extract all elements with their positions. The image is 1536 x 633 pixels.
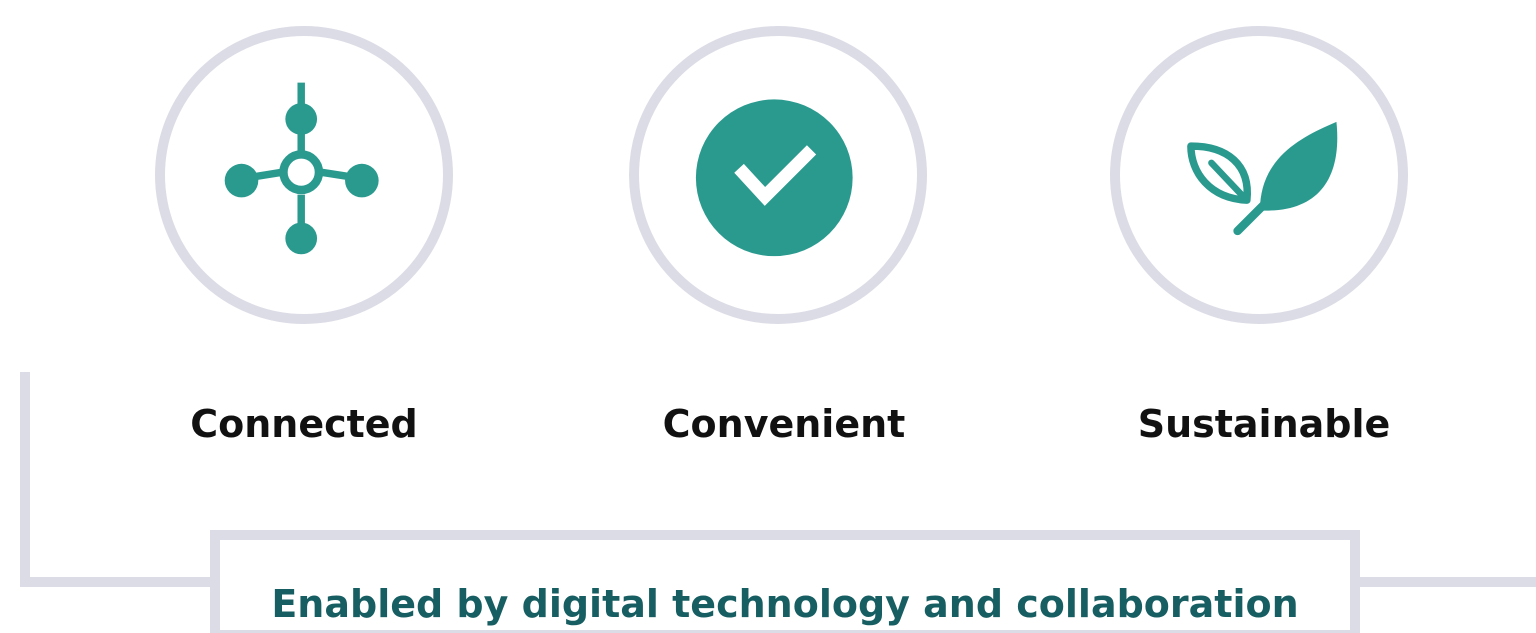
pillars-diagram: Connected Convenient Sustainable Enabled… <box>0 0 1536 633</box>
leaf-icon <box>1187 121 1338 236</box>
enabler-banner: Enabled by digital technology and collab… <box>210 530 1360 633</box>
pillar-label-sustainable: Sustainable <box>1137 402 1391 446</box>
network-hub-icon <box>224 82 379 255</box>
enabler-banner-text: Enabled by digital technology and collab… <box>271 582 1299 626</box>
sustainable-icon-circle <box>1110 26 1408 324</box>
connected-icon-circle <box>155 26 453 324</box>
checkmark-circle-icon <box>695 99 853 257</box>
pillar-label-connected: Connected <box>190 402 418 446</box>
convenient-icon-circle <box>629 26 927 324</box>
pillar-label-convenient: Convenient <box>662 402 906 446</box>
